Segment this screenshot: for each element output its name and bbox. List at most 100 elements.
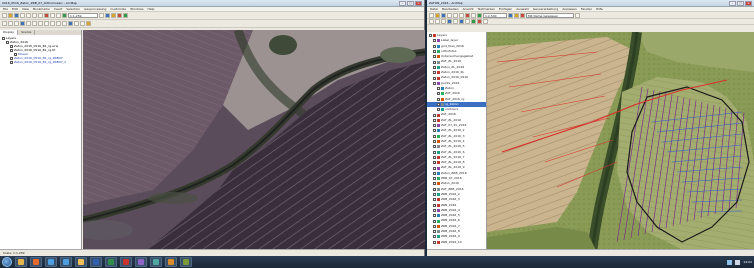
layer-checkbox[interactable] (433, 177, 436, 181)
forward-extent-icon[interactable] (44, 21, 49, 26)
start-button[interactable] (2, 257, 12, 267)
open-folder-icon[interactable] (435, 12, 440, 18)
layer-checkbox[interactable] (433, 145, 436, 149)
menu-windows[interactable]: Windows (130, 7, 143, 11)
cut-icon[interactable] (26, 13, 31, 18)
editor-icon[interactable] (508, 12, 513, 18)
minimize-button[interactable]: – (399, 0, 406, 6)
taskbar-app-excel-icon[interactable] (105, 257, 117, 267)
layer-checkbox[interactable] (433, 203, 436, 207)
network-icon[interactable] (727, 259, 733, 265)
minimize-button[interactable]: – (729, 0, 736, 6)
find-icon[interactable] (74, 21, 79, 26)
layer-checkbox[interactable] (437, 87, 440, 91)
layer-checkbox[interactable] (433, 240, 436, 244)
layer-checkbox[interactable] (433, 55, 436, 59)
menu-einfuegen[interactable]: Einfügen (499, 7, 512, 11)
back-extent-icon[interactable] (38, 21, 43, 26)
identify-icon[interactable] (459, 19, 464, 24)
layer-checkbox[interactable] (433, 193, 436, 197)
taskbar-app-arcmap-icon[interactable] (45, 257, 57, 267)
layer-checkbox[interactable] (437, 103, 440, 106)
layer-checkbox[interactable] (433, 219, 436, 223)
layer-checkbox[interactable] (433, 71, 436, 75)
layer-checkbox[interactable] (433, 60, 436, 64)
layer-checkbox[interactable] (433, 182, 436, 186)
menu-edit[interactable]: Edit (12, 7, 18, 11)
scale-selector[interactable]: 1:2,500 (483, 12, 507, 18)
arctoolbox-icon[interactable] (117, 13, 122, 18)
taskbar-app-pdf-icon[interactable] (120, 257, 132, 267)
layer-checkbox[interactable] (433, 150, 436, 154)
layer-checkbox[interactable] (437, 108, 440, 112)
layer-checkbox[interactable] (433, 65, 436, 69)
layer-checkbox[interactable] (6, 40, 9, 44)
zoom-out-icon[interactable] (435, 19, 440, 24)
taskbar-app-word-icon[interactable] (90, 257, 102, 267)
identify-icon[interactable] (68, 21, 73, 26)
clock[interactable]: 14:02 (743, 260, 752, 264)
layer-checkbox[interactable] (433, 161, 436, 165)
volume-icon[interactable] (735, 259, 741, 265)
layer-checkbox[interactable] (433, 81, 436, 85)
menu-customize[interactable]: Customize (110, 7, 126, 11)
undo-icon[interactable] (471, 12, 476, 18)
menu-hilfe[interactable]: Hilfe (596, 7, 603, 11)
taskbar-app-app11-icon[interactable] (165, 257, 177, 267)
add-data-icon[interactable] (62, 13, 67, 18)
paste-icon[interactable] (38, 13, 43, 18)
layer-checkbox[interactable] (433, 230, 436, 234)
menu-file[interactable]: File (3, 7, 8, 11)
delete-icon[interactable] (44, 13, 49, 18)
dropdown-arrow-icon[interactable] (575, 12, 580, 18)
pan-icon[interactable] (441, 19, 446, 24)
toc-icon[interactable] (105, 13, 110, 18)
layer-checkbox[interactable] (433, 166, 436, 170)
taskbar-app-app9-icon[interactable] (135, 257, 147, 267)
taskbar-app-folder-icon[interactable] (75, 257, 87, 267)
cut-icon[interactable] (453, 12, 458, 18)
layer-checkbox[interactable] (433, 50, 436, 54)
layer-checkbox[interactable] (433, 39, 436, 43)
undo-icon[interactable] (50, 13, 55, 18)
menu-textmarken[interactable]: Textmarken (478, 7, 495, 11)
zoom-in-icon[interactable] (2, 21, 7, 26)
arctoolbox-icon[interactable] (520, 12, 525, 18)
layer-checkbox[interactable] (10, 48, 13, 52)
menu-bookmarks[interactable]: Bookmarks (33, 7, 50, 11)
open-folder-icon[interactable] (8, 13, 13, 18)
save-icon[interactable] (14, 13, 19, 18)
redo-icon[interactable] (56, 13, 61, 18)
layer-checkbox[interactable] (10, 56, 13, 60)
measure-icon[interactable] (465, 19, 470, 24)
layer-checkbox[interactable] (433, 198, 436, 202)
select-features-icon[interactable] (50, 21, 55, 26)
left-map-view[interactable] (83, 30, 425, 249)
editor-icon[interactable] (99, 13, 104, 18)
maximize-button[interactable]: □ (407, 0, 414, 6)
hyperlink-icon[interactable] (86, 21, 91, 26)
copy-icon[interactable] (32, 13, 37, 18)
layer-checkbox[interactable] (10, 60, 13, 64)
add-data-icon[interactable] (477, 12, 482, 18)
maximize-button[interactable]: □ (737, 0, 744, 6)
menu-help[interactable]: Help (148, 7, 155, 11)
toc-layer-item[interactable]: ZRB_2016_10 (427, 240, 486, 245)
menu-geoprocessing[interactable]: Geoprocessing (84, 7, 106, 11)
delete-icon[interactable] (465, 12, 470, 18)
layer-checkbox[interactable] (433, 214, 436, 218)
layer-checkbox[interactable] (433, 118, 436, 122)
pan-icon[interactable] (14, 21, 19, 26)
layer-dropdown[interactable]: Mit Name Gewässer (526, 12, 574, 18)
python-icon[interactable] (123, 13, 128, 18)
taskbar-app-arcmap2-icon[interactable] (60, 257, 72, 267)
full-extent-icon[interactable] (20, 21, 25, 26)
layer-checkbox[interactable] (433, 113, 436, 117)
print-icon[interactable] (447, 12, 452, 18)
menu-bearbeiten[interactable]: Bearbeiten (442, 7, 458, 11)
layer-checkbox[interactable] (429, 34, 432, 38)
new-icon[interactable] (429, 12, 434, 18)
menu-insert[interactable]: Insert (54, 7, 63, 11)
menu-auswahl[interactable]: Auswahl (516, 7, 529, 11)
layer-checkbox[interactable] (437, 92, 440, 96)
